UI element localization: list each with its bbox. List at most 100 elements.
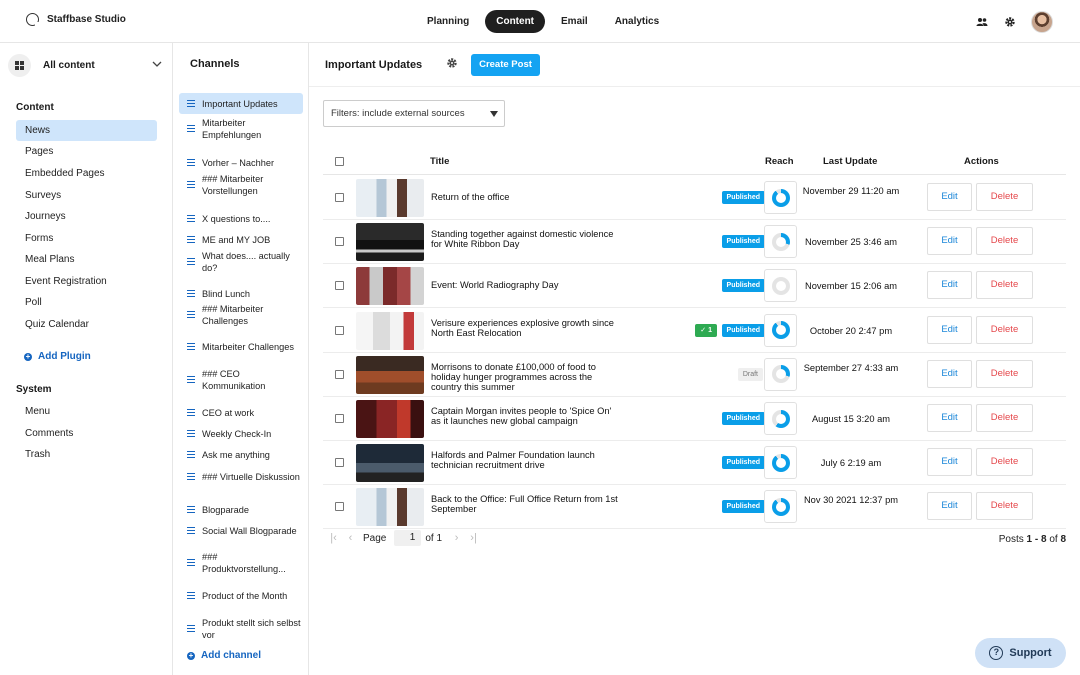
- row-checkbox[interactable]: [335, 414, 344, 423]
- channel-item[interactable]: ### Virtuelle Diskussion: [179, 463, 303, 490]
- reach-indicator[interactable]: [764, 402, 797, 435]
- delete-button[interactable]: Delete: [976, 448, 1033, 477]
- edit-button[interactable]: Edit: [927, 183, 972, 211]
- delete-button[interactable]: Delete: [976, 492, 1033, 521]
- sidebar-item-journeys[interactable]: Journeys: [16, 206, 157, 227]
- tab-planning[interactable]: Planning: [416, 10, 480, 33]
- sidebar-item-trash[interactable]: Trash: [16, 444, 157, 465]
- reach-indicator[interactable]: [764, 225, 797, 259]
- channel-item[interactable]: ### Produktvorstellung...: [179, 549, 303, 576]
- sidebar-item-pages[interactable]: Pages: [16, 141, 157, 162]
- sidebar-item-surveys[interactable]: Surveys: [16, 185, 157, 206]
- reach-indicator[interactable]: [764, 446, 797, 480]
- reach-indicator[interactable]: [764, 490, 797, 524]
- row-checkbox[interactable]: [335, 325, 344, 335]
- tab-analytics[interactable]: Analytics: [604, 10, 670, 33]
- select-all-checkbox[interactable]: [335, 157, 344, 166]
- add-plugin-button[interactable]: + Add Plugin: [24, 351, 91, 362]
- sidebar-item-forms[interactable]: Forms: [16, 228, 157, 249]
- table-row[interactable]: Standing together against domestic viole…: [323, 220, 1066, 265]
- edit-button[interactable]: Edit: [927, 359, 972, 388]
- channel-item[interactable]: Mitarbeiter Empfehlungen: [179, 115, 303, 142]
- edit-button[interactable]: Edit: [927, 271, 972, 300]
- last-page-icon[interactable]: ›|: [465, 532, 482, 544]
- posts-count-of: of: [1049, 534, 1058, 545]
- table-row[interactable]: Back to the Office: Full Office Return f…: [323, 485, 1066, 530]
- tab-content[interactable]: Content: [485, 10, 546, 33]
- sidebar-item-quiz-calendar[interactable]: Quiz Calendar: [16, 314, 157, 335]
- channel-item[interactable]: ### Mitarbeiter Vorstellungen: [179, 171, 303, 198]
- channel-item[interactable]: ### Mitarbeiter Challenges: [179, 301, 303, 328]
- delete-button[interactable]: Delete: [976, 315, 1033, 344]
- sidebar-item-event-registration[interactable]: Event Registration: [16, 271, 157, 292]
- sidebar-item-embedded-pages[interactable]: Embedded Pages: [16, 163, 157, 184]
- edit-button[interactable]: Edit: [927, 315, 972, 344]
- next-page-icon[interactable]: ›: [448, 532, 465, 544]
- channel-item[interactable]: ### CEO Kommunikation: [179, 366, 303, 393]
- post-title[interactable]: Verisure experiences explosive growth si…: [431, 318, 621, 338]
- delete-button[interactable]: Delete: [976, 227, 1033, 256]
- gear-icon[interactable]: [1003, 15, 1017, 29]
- reach-indicator[interactable]: [764, 313, 797, 347]
- row-checkbox[interactable]: [335, 502, 344, 512]
- table-row[interactable]: Event: World Radiography Day Published Nov…: [323, 264, 1066, 309]
- content-scope-select[interactable]: All content: [8, 53, 166, 77]
- avatar[interactable]: [1031, 11, 1053, 33]
- edit-button[interactable]: Edit: [927, 404, 972, 432]
- delete-button[interactable]: Delete: [976, 359, 1033, 388]
- row-checkbox[interactable]: [335, 458, 344, 468]
- tab-email[interactable]: Email: [550, 10, 599, 33]
- table-row[interactable]: Return of the office Published November 29…: [323, 176, 1066, 220]
- row-checkbox[interactable]: [335, 193, 344, 202]
- edit-button[interactable]: Edit: [927, 227, 972, 256]
- sidebar-item-comments[interactable]: Comments: [16, 423, 157, 444]
- posts-count-range: 1 - 8: [1026, 534, 1047, 545]
- channel-item[interactable]: What does.... actually do?: [179, 248, 303, 275]
- delete-button[interactable]: Delete: [976, 271, 1033, 300]
- row-checkbox[interactable]: [335, 237, 344, 247]
- users-icon[interactable]: [975, 15, 989, 29]
- table-row[interactable]: Morrisons to donate £100,000 of food to …: [323, 353, 1066, 397]
- channel-item[interactable]: Mitarbeiter Challenges: [179, 333, 303, 360]
- page-number-input[interactable]: 1: [394, 530, 422, 546]
- delete-button[interactable]: Delete: [976, 404, 1033, 432]
- channel-settings-gear-icon[interactable]: [446, 57, 458, 72]
- support-button[interactable]: ? Support: [975, 638, 1066, 668]
- prev-page-icon[interactable]: ‹: [342, 532, 359, 544]
- sidebar-item-poll[interactable]: Poll: [16, 292, 157, 313]
- create-post-button[interactable]: Create Post: [471, 54, 540, 76]
- delete-button[interactable]: Delete: [976, 183, 1033, 211]
- sidebar-item-menu[interactable]: Menu: [16, 401, 157, 422]
- table-row[interactable]: Halfords and Palmer Foundation launch te…: [323, 441, 1066, 486]
- reach-indicator[interactable]: [764, 269, 797, 303]
- row-checkbox[interactable]: [335, 369, 344, 379]
- reach-indicator[interactable]: [764, 181, 797, 214]
- column-title[interactable]: Title: [430, 156, 449, 167]
- sidebar-item-news[interactable]: News: [16, 120, 157, 141]
- last-update: November 15 2:06 am: [805, 281, 897, 292]
- post-title[interactable]: Captain Morgan invites people to 'Spice …: [431, 406, 621, 426]
- table-row[interactable]: Verisure experiences explosive growth si…: [323, 309, 1066, 353]
- first-page-icon[interactable]: |‹: [325, 532, 342, 544]
- post-title[interactable]: Standing together against domestic viole…: [431, 229, 621, 249]
- table-row[interactable]: Captain Morgan invites people to 'Spice …: [323, 397, 1066, 441]
- channel-item[interactable]: Produkt stellt sich selbst vor: [179, 615, 303, 642]
- post-title[interactable]: Return of the office: [431, 192, 621, 202]
- post-title[interactable]: Back to the Office: Full Office Return f…: [431, 494, 621, 514]
- column-last-update[interactable]: Last Update: [823, 156, 877, 167]
- brand[interactable]: Staffbase Studio: [26, 13, 126, 27]
- column-reach[interactable]: Reach: [765, 156, 794, 167]
- add-channel-button[interactable]: + Add channel: [187, 650, 261, 661]
- row-checkbox[interactable]: [335, 281, 344, 291]
- filter-select[interactable]: Filters: include external sources: [323, 100, 505, 127]
- post-title[interactable]: Event: World Radiography Day: [431, 280, 621, 290]
- sidebar-item-meal-plans[interactable]: Meal Plans: [16, 249, 157, 270]
- edit-button[interactable]: Edit: [927, 492, 972, 521]
- channel-item[interactable]: Important Updates: [179, 93, 303, 114]
- reach-indicator[interactable]: [764, 357, 797, 391]
- edit-button[interactable]: Edit: [927, 448, 972, 477]
- channel-item[interactable]: Social Wall Blogparade: [179, 517, 303, 544]
- post-title[interactable]: Halfords and Palmer Foundation launch te…: [431, 450, 621, 470]
- post-title[interactable]: Morrisons to donate £100,000 of food to …: [431, 362, 621, 392]
- channel-item[interactable]: Product of the Month: [179, 582, 303, 609]
